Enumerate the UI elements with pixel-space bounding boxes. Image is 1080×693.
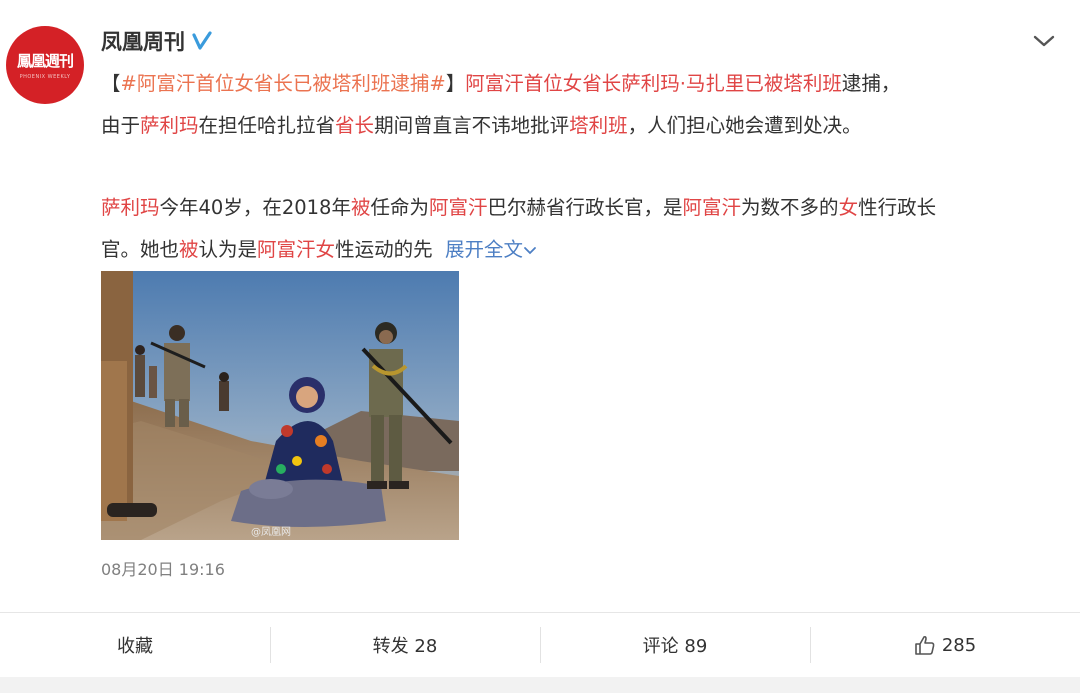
- post-text-segment: 巴尔赫省行政长官，是: [487, 196, 683, 219]
- bracket-open: 【: [101, 72, 121, 95]
- post-image[interactable]: @凤凰网: [101, 271, 459, 540]
- action-bar: 收藏 转发 28 评论 89 285: [0, 613, 1080, 677]
- post-text-segment: 任命为: [370, 196, 429, 219]
- keyword-highlight: 阿富汗首位女省长萨利玛·马扎里已被塔利班: [465, 72, 842, 95]
- thumbs-up-icon: [915, 635, 935, 655]
- post-text-segment: 认为是: [198, 238, 258, 261]
- comment-label: 评论 89: [642, 636, 708, 657]
- like-count: 285: [941, 634, 977, 656]
- expand-label: 展开全文: [444, 238, 523, 261]
- comment-button[interactable]: 评论 89: [540, 613, 810, 677]
- post-text-segment: ，人们担心她会遭到处决。: [627, 114, 862, 137]
- avatar-logo-text: 鳳凰週刊: [16, 52, 74, 70]
- avatar[interactable]: 鳳凰週刊 PHOENIX WEEKLY: [6, 26, 84, 104]
- author-header: 凤凰周刊: [101, 26, 213, 56]
- image-watermark: @凤凰网: [251, 527, 291, 538]
- bracket-close: 】: [445, 72, 466, 95]
- expand-full-text-link[interactable]: 展开全文: [445, 238, 537, 261]
- favorite-label: 收藏: [117, 636, 153, 657]
- keyword-highlight: 萨利玛: [101, 196, 160, 219]
- chevron-down-icon: [524, 246, 536, 254]
- keyword-highlight: 阿富汗: [429, 196, 488, 219]
- avatar-logo-subtext: PHOENIX WEEKLY: [19, 74, 71, 80]
- post-line-2: 由于萨利玛在担任哈扎拉省省长期间曾直言不讳地批评塔利班，人们担心她会遭到处决。: [101, 105, 1063, 147]
- post-timestamp[interactable]: 08月20日 19:16: [101, 556, 225, 580]
- post-line-3: 萨利玛今年40岁，在2018年被任命为阿富汗巴尔赫省行政长官，是阿富汗为数不多的…: [101, 187, 1063, 229]
- photo-scene: [101, 271, 459, 540]
- author-name[interactable]: 凤凰周刊: [101, 26, 185, 56]
- post-text-segment: 性行政长: [858, 196, 937, 219]
- hashtag-link[interactable]: #阿富汗首位女省长已被塔利班逮捕#: [121, 72, 446, 95]
- keyword-highlight: 阿富汗女: [257, 238, 336, 261]
- post-text-segment: 由于: [101, 114, 141, 137]
- post-text-segment: 逮捕，: [841, 72, 901, 95]
- like-button[interactable]: 285: [810, 613, 1080, 677]
- keyword-highlight: 被: [179, 238, 199, 261]
- bottom-strip: [0, 677, 1080, 693]
- keyword-highlight: 阿富汗: [682, 196, 742, 219]
- post-text-segment: 今年40岁，在2018年: [159, 196, 351, 219]
- repost-button[interactable]: 转发 28: [270, 613, 540, 677]
- keyword-highlight: 萨利玛: [140, 114, 199, 137]
- post-text-segment: 性运动的先: [335, 238, 433, 261]
- keyword-highlight: 塔利班: [569, 114, 628, 137]
- chevron-down-icon[interactable]: [1030, 30, 1058, 52]
- verified-icon: [192, 31, 212, 50]
- keyword-highlight: 女: [838, 196, 859, 219]
- post-text-segment: 官。她也: [101, 238, 180, 261]
- post-text: 【#阿富汗首位女省长已被塔利班逮捕#】阿富汗首位女省长萨利玛·马扎里已被塔利班逮…: [101, 63, 1063, 271]
- keyword-highlight: 被: [350, 196, 371, 219]
- repost-label: 转发 28: [372, 636, 438, 657]
- post-text-segment: 为数不多的: [741, 196, 839, 219]
- post-line-4: 官。她也被认为是阿富汗女性运动的先 展开全文: [101, 229, 1063, 271]
- keyword-highlight: 省长: [335, 114, 375, 137]
- post-text-segment: 在担任哈扎拉省: [198, 114, 336, 137]
- post-text-segment: 期间曾直言不讳地批评: [374, 114, 570, 137]
- post-line-1: 【#阿富汗首位女省长已被塔利班逮捕#】阿富汗首位女省长萨利玛·马扎里已被塔利班逮…: [101, 63, 1063, 105]
- favorite-button[interactable]: 收藏: [0, 613, 270, 677]
